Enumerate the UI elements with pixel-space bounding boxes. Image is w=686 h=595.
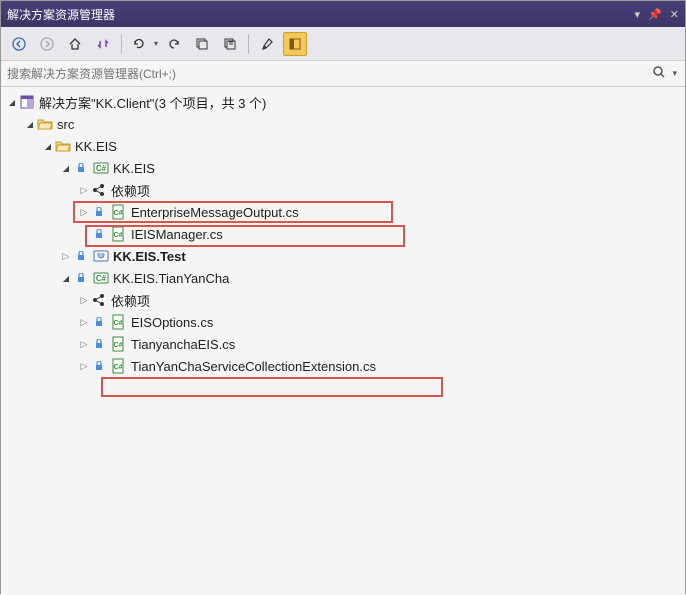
forward-button[interactable] (35, 32, 59, 56)
search-icon[interactable] (648, 65, 670, 82)
lock-icon (73, 160, 89, 176)
properties-button[interactable] (255, 32, 279, 56)
svg-text:C#: C# (114, 342, 123, 349)
search-bar: ▾ (1, 61, 685, 87)
file-label: TianYanChaServiceCollectionExtension.cs (131, 359, 376, 374)
search-dropdown-icon[interactable]: ▾ (670, 68, 679, 79)
window-buttons: ▾ 📌 ✕ (635, 8, 679, 21)
lock-icon (91, 336, 107, 352)
project-label: KK.EIS (113, 161, 155, 176)
lock-icon (73, 270, 89, 286)
window-title: 解决方案资源管理器 (7, 6, 635, 23)
refresh-button[interactable] (128, 32, 152, 56)
node-label: 依赖项 (111, 291, 150, 310)
svg-text:C#: C# (114, 320, 123, 327)
expand-toggle[interactable] (77, 293, 91, 307)
lock-icon (91, 314, 107, 330)
show-all-files-button[interactable] (218, 32, 242, 56)
toolbar-separator (121, 34, 122, 54)
folder-open-icon (55, 138, 71, 154)
svg-text:C#: C# (114, 210, 123, 217)
lock-icon (73, 248, 89, 264)
solution-icon (19, 94, 35, 110)
csharp-project-icon: C# (93, 270, 109, 286)
folder-open-icon (37, 116, 53, 132)
dropdown-caret-icon[interactable]: ▾ (154, 39, 158, 48)
file-tianyanchaservicecollectionextension[interactable]: C# TianYanChaServiceCollectionExtension.… (1, 355, 685, 377)
expand-toggle[interactable] (77, 183, 91, 197)
csharp-project-icon: C# (93, 160, 109, 176)
project-label: KK.EIS.Test (113, 249, 186, 264)
expand-toggle[interactable] (59, 161, 73, 175)
dependencies-node[interactable]: 依赖项 (1, 179, 685, 201)
file-ieismanager[interactable]: C# IEISManager.cs (1, 223, 685, 245)
dependencies-icon (91, 292, 107, 308)
file-label: EnterpriseMessageOutput.cs (131, 205, 299, 220)
window-menu-icon[interactable]: ▾ (635, 8, 641, 21)
preview-button[interactable] (283, 32, 307, 56)
solution-node[interactable]: 解决方案"KK.Client"(3 个项目，共 3 个) (1, 91, 685, 113)
node-label: 依赖项 (111, 181, 150, 200)
toolbar: ▾ (1, 27, 685, 61)
expand-toggle[interactable] (77, 359, 91, 373)
expand-toggle[interactable] (41, 139, 55, 153)
solution-label: 解决方案"KK.Client"(3 个项目，共 3 个) (39, 93, 266, 112)
expand-toggle[interactable] (59, 249, 73, 263)
folder-src[interactable]: src (1, 113, 685, 135)
project-kkeis-test[interactable]: KK.EIS.Test (1, 245, 685, 267)
pin-icon[interactable]: 📌 (648, 8, 662, 21)
collapse-all-button[interactable] (190, 32, 214, 56)
file-enterprisemessageoutput[interactable]: C# EnterpriseMessageOutput.cs (1, 201, 685, 223)
csharp-file-icon: C# (111, 204, 127, 220)
expand-toggle[interactable] (5, 95, 19, 109)
svg-text:C#: C# (114, 232, 123, 239)
folder-kkeis[interactable]: KK.EIS (1, 135, 685, 157)
svg-text:C#: C# (96, 164, 107, 173)
csharp-file-icon: C# (111, 336, 127, 352)
file-label: EISOptions.cs (131, 315, 213, 330)
home-button[interactable] (63, 32, 87, 56)
file-label: TianyanchaEIS.cs (131, 337, 235, 352)
toolbar-separator (248, 34, 249, 54)
dependencies-icon (91, 182, 107, 198)
test-project-icon (93, 248, 109, 264)
expand-toggle[interactable] (77, 337, 91, 351)
project-label: KK.EIS.TianYanCha (113, 271, 229, 286)
lock-icon (91, 358, 107, 374)
csharp-file-icon: C# (111, 358, 127, 374)
lock-icon (91, 226, 107, 242)
file-eisoptions[interactable]: C# EISOptions.cs (1, 311, 685, 333)
dependencies-node[interactable]: 依赖项 (1, 289, 685, 311)
back-button[interactable] (7, 32, 31, 56)
csharp-file-icon: C# (111, 314, 127, 330)
undo-pending-button[interactable] (162, 32, 186, 56)
expand-toggle[interactable] (59, 271, 73, 285)
title-bar: 解决方案资源管理器 ▾ 📌 ✕ (1, 1, 685, 27)
search-input[interactable] (7, 67, 648, 81)
folder-label: KK.EIS (75, 139, 117, 154)
csharp-file-icon: C# (111, 226, 127, 242)
solution-tree: 解决方案"KK.Client"(3 个项目，共 3 个) src KK.EIS … (1, 87, 685, 595)
expand-toggle[interactable] (23, 117, 37, 131)
sync-button[interactable] (91, 32, 115, 56)
project-kkeis[interactable]: C# KK.EIS (1, 157, 685, 179)
expand-toggle[interactable] (77, 315, 91, 329)
project-kkeis-tianyancha[interactable]: C# KK.EIS.TianYanCha (1, 267, 685, 289)
folder-label: src (57, 117, 74, 132)
file-tianyanchaeis[interactable]: C# TianyanchaEIS.cs (1, 333, 685, 355)
expand-toggle[interactable] (77, 205, 91, 219)
close-icon[interactable]: ✕ (670, 8, 679, 21)
svg-text:C#: C# (96, 274, 107, 283)
lock-icon (91, 204, 107, 220)
svg-text:C#: C# (114, 364, 123, 371)
file-label: IEISManager.cs (131, 227, 223, 242)
